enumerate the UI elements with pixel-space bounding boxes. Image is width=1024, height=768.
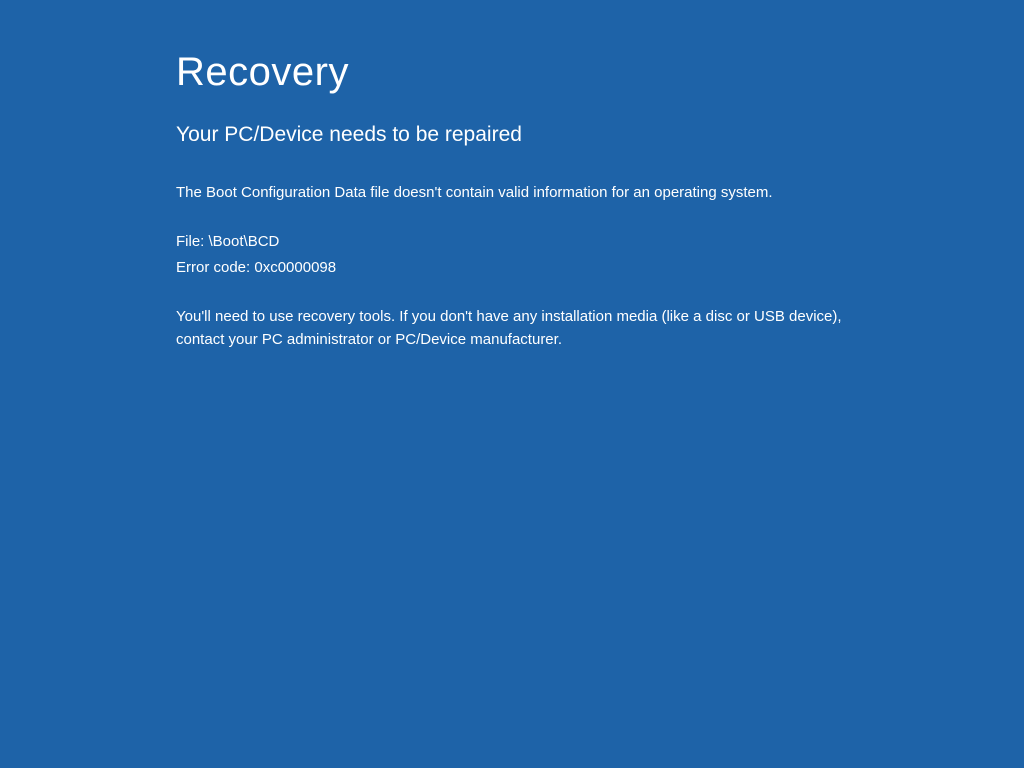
error-description: The Boot Configuration Data file doesn't… bbox=[176, 181, 884, 204]
file-path: File: \Boot\BCD bbox=[176, 230, 884, 253]
error-code: Error code: 0xc0000098 bbox=[176, 256, 884, 279]
page-title: Recovery bbox=[176, 50, 884, 95]
recovery-screen: Recovery Your PC/Device needs to be repa… bbox=[0, 0, 1024, 351]
page-subtitle: Your PC/Device needs to be repaired bbox=[176, 123, 884, 147]
recovery-instructions: You'll need to use recovery tools. If yo… bbox=[176, 305, 884, 352]
